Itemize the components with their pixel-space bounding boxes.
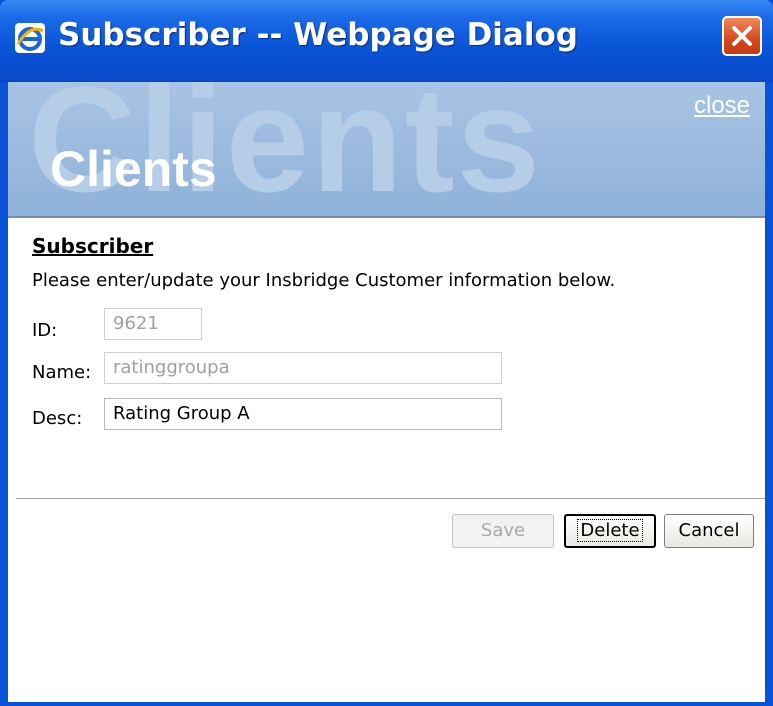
cancel-button[interactable]: Cancel <box>664 514 754 548</box>
name-field: ratinggroupa <box>104 352 502 384</box>
dialog-content: Clients Clients close Subscriber Please … <box>8 82 765 702</box>
delete-button-label: Delete <box>577 519 643 542</box>
id-label: ID: <box>32 320 58 341</box>
clients-banner: Clients Clients close <box>8 82 765 216</box>
section-heading: Subscriber <box>32 234 154 258</box>
name-label: Name: <box>32 362 92 383</box>
title-bar[interactable]: Subscriber -- Webpage Dialog <box>0 0 773 82</box>
internet-explorer-icon <box>15 23 45 53</box>
desc-label: Desc: <box>32 408 83 429</box>
close-icon <box>732 26 752 46</box>
footer-divider <box>16 498 765 499</box>
delete-button[interactable]: Delete <box>564 514 656 548</box>
close-link[interactable]: close <box>694 92 750 120</box>
instructions-text: Please enter/update your Insbridge Custo… <box>32 270 616 291</box>
banner-divider <box>8 216 765 218</box>
save-button: Save <box>452 514 554 548</box>
banner-title: Clients <box>50 141 217 197</box>
dialog-window: Subscriber -- Webpage Dialog Clients Cli… <box>0 0 773 706</box>
window-title: Subscriber -- Webpage Dialog <box>58 17 578 53</box>
window-close-button[interactable] <box>722 16 762 56</box>
desc-field[interactable]: Rating Group A <box>104 398 502 430</box>
id-field: 9621 <box>104 308 202 340</box>
